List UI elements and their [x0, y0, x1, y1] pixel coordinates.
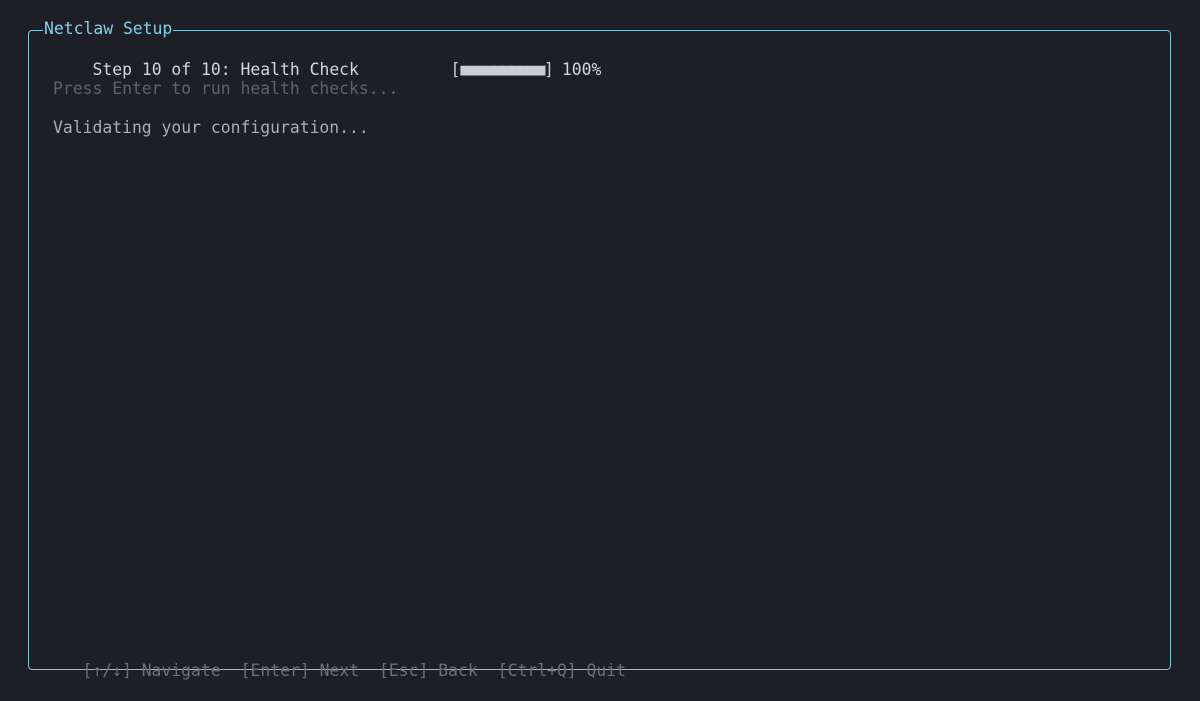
setup-window: Netclaw Setup Step 10 of 10: Health Chec…	[28, 19, 1171, 680]
navigate-hint[interactable]: [↑/↓] Navigate	[82, 661, 220, 681]
validation-status: Validating your configuration...	[53, 118, 369, 137]
next-hint[interactable]: [Enter] Next	[241, 661, 359, 681]
window-title: Netclaw Setup	[43, 19, 174, 39]
progress-bracket-close: ]	[544, 60, 554, 79]
back-hint[interactable]: [Esc] Back	[379, 661, 478, 681]
progress-bar-fill: ■■■■■■■■■■	[460, 60, 545, 79]
progress-bar: [■■■■■■■■■■]	[450, 60, 553, 79]
quit-hint[interactable]: [Ctrl+Q] Quit	[498, 661, 626, 681]
run-health-check-prompt[interactable]: Press Enter to run health checks...	[53, 79, 398, 99]
progress-bracket-open: [	[450, 60, 461, 79]
keybinding-footer: [↑/↓] Navigate [Enter] Next [Esc] Back [Ctr…	[43, 641, 626, 701]
progress-percent: 100%	[561, 60, 602, 79]
step-title: Step 10 of 10: Health Check	[92, 60, 359, 79]
